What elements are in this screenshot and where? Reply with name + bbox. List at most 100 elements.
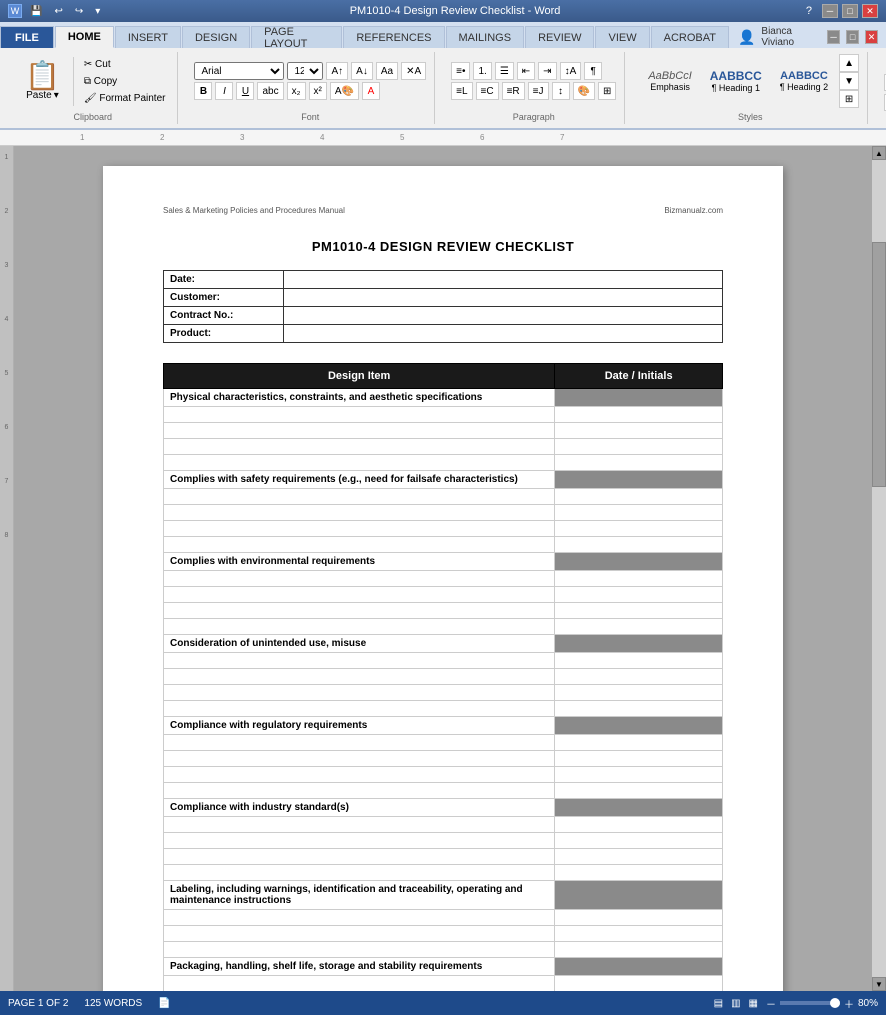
close-btn[interactable]: ✕ [862,4,878,18]
date-cell[interactable] [555,455,723,471]
bold-btn[interactable]: B [194,82,212,100]
date-cell[interactable] [555,817,723,833]
style-heading1[interactable]: AABBCC ¶ Heading 1 [703,66,769,96]
date-cell[interactable] [555,685,723,701]
data-cell[interactable] [164,587,555,603]
date-cell[interactable] [555,833,723,849]
text-highlight-btn[interactable]: A🎨 [330,82,359,100]
multilevel-btn[interactable]: ☰ [495,62,514,80]
data-cell[interactable] [164,505,555,521]
font-size-dec-btn[interactable]: A↓ [351,62,373,80]
superscript-btn[interactable]: x² [309,82,327,100]
align-center-btn[interactable]: ≡C [476,82,499,100]
data-cell[interactable] [164,489,555,505]
subscript-btn[interactable]: x₂ [287,82,306,100]
data-cell[interactable] [164,407,555,423]
data-cell[interactable] [164,455,555,471]
data-cell[interactable] [164,976,555,992]
numbering-btn[interactable]: 1. [473,62,491,80]
decrease-indent-btn[interactable]: ⇤ [517,62,535,80]
style-emphasis[interactable]: AaBbCcI Emphasis [641,67,698,95]
align-right-btn[interactable]: ≡R [502,82,525,100]
borders-btn[interactable]: ⊞ [598,82,616,100]
date-cell[interactable] [555,976,723,992]
data-cell[interactable] [164,783,555,799]
view-read-icon[interactable]: ▦ [749,998,758,1009]
scroll-down-btn[interactable]: ▼ [872,977,886,991]
tab-file[interactable]: FILE [0,26,54,48]
data-cell[interactable] [164,942,555,958]
view-web-icon[interactable]: ▥ [731,998,740,1009]
view-print-icon[interactable]: ▤ [714,998,723,1009]
date-cell[interactable] [555,653,723,669]
font-size-inc-btn[interactable]: A↑ [326,62,348,80]
bullets-btn[interactable]: ≡• [451,62,470,80]
data-cell[interactable] [164,423,555,439]
increase-indent-btn[interactable]: ⇥ [538,62,556,80]
document-area[interactable]: Sales & Marketing Policies and Procedure… [14,146,872,991]
date-cell[interactable] [555,926,723,942]
tab-review[interactable]: REVIEW [525,26,594,48]
date-cell[interactable] [555,603,723,619]
date-cell[interactable] [555,701,723,717]
line-spacing-btn[interactable]: ↕ [552,82,570,100]
ribbon-close-btn[interactable]: ✕ [865,30,878,44]
data-cell[interactable] [164,751,555,767]
tab-insert[interactable]: INSERT [115,26,181,48]
tab-page-layout[interactable]: PAGE LAYOUT [251,26,342,48]
strikethrough-btn[interactable]: abc [257,82,283,100]
styles-scroll-down-btn[interactable]: ▼ [839,72,859,90]
data-cell[interactable] [164,619,555,635]
copy-btn[interactable]: ⧉ Copy [80,74,170,89]
date-cell[interactable] [555,505,723,521]
sort-btn[interactable]: ↕A [560,62,582,80]
show-para-btn[interactable]: ¶ [584,62,602,80]
customize-btn[interactable]: ▾ [91,4,104,19]
cut-btn[interactable]: ✂ Cut [80,57,170,72]
date-cell[interactable] [555,910,723,926]
date-cell[interactable] [555,783,723,799]
data-cell[interactable] [164,817,555,833]
redo-btn[interactable]: ↪ [71,4,87,19]
info-value-date[interactable] [284,271,723,289]
style-heading2[interactable]: AABBCC ¶ Heading 2 [773,67,835,95]
data-cell[interactable] [164,910,555,926]
data-cell[interactable] [164,767,555,783]
data-cell[interactable] [164,833,555,849]
ribbon-minimize-btn[interactable]: ─ [827,30,840,44]
date-cell[interactable] [555,865,723,881]
data-cell[interactable] [164,701,555,717]
help-icon[interactable]: ? [806,5,812,17]
clear-format-btn[interactable]: ✕A [401,62,426,80]
data-cell[interactable] [164,669,555,685]
font-color-btn[interactable]: A [362,82,380,100]
undo-btn[interactable]: ↩ [50,4,66,19]
tab-view[interactable]: VIEW [595,26,649,48]
date-cell[interactable] [555,767,723,783]
align-left-btn[interactable]: ≡L [451,82,472,100]
date-cell[interactable] [555,587,723,603]
shading-btn[interactable]: 🎨 [573,82,595,100]
data-cell[interactable] [164,571,555,587]
date-cell[interactable] [555,439,723,455]
date-cell[interactable] [555,751,723,767]
underline-btn[interactable]: U [236,82,254,100]
zoom-slider-thumb[interactable] [830,998,840,1008]
info-value-product[interactable] [284,325,723,343]
vertical-scrollbar[interactable]: ▲ ▼ [872,146,886,991]
date-cell[interactable] [555,489,723,505]
ribbon-restore-btn[interactable]: □ [846,30,859,44]
data-cell[interactable] [164,439,555,455]
scroll-up-btn[interactable]: ▲ [872,146,886,160]
date-cell[interactable] [555,849,723,865]
date-cell[interactable] [555,521,723,537]
font-size-select[interactable]: 12 [287,62,323,80]
zoom-slider[interactable] [780,1001,840,1005]
data-cell[interactable] [164,537,555,553]
styles-expand-btn[interactable]: ⊞ [839,90,859,108]
data-cell[interactable] [164,685,555,701]
date-cell[interactable] [555,942,723,958]
info-value-contract[interactable] [284,307,723,325]
tab-design[interactable]: DESIGN [182,26,250,48]
date-cell[interactable] [555,571,723,587]
